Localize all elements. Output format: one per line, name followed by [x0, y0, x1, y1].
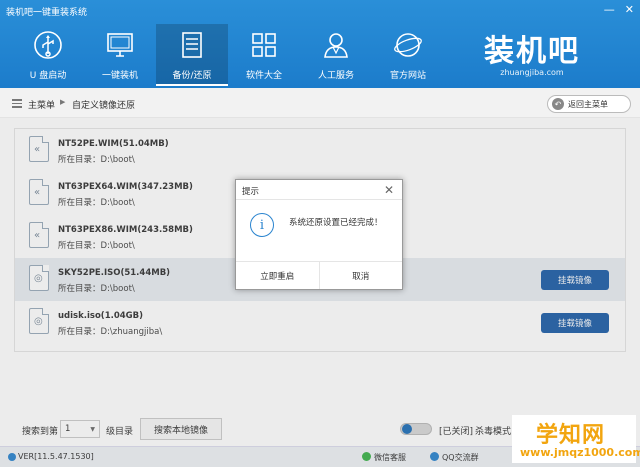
brand-name: 装机吧 — [484, 34, 580, 69]
close-icon[interactable]: ✕ — [384, 183, 394, 197]
dialog-header: 提示 ✕ — [236, 180, 402, 200]
chevron-right-icon: ▶ — [60, 98, 66, 106]
breadcrumb-root[interactable]: 主菜单 — [28, 98, 55, 111]
back-arrow-icon: ↶ — [552, 98, 564, 110]
nav-label: 官方网站 — [389, 71, 426, 81]
backup-icon — [182, 32, 202, 58]
monitor-icon — [107, 33, 133, 57]
menu-icon — [12, 99, 22, 110]
dialog-message: 系统还原设置已经完成！ — [289, 218, 383, 228]
watermark-url: www.jmqz1000.com — [520, 446, 640, 459]
window-controls: — ✕ — [604, 3, 634, 16]
nav-label: 一键装机 — [101, 71, 138, 81]
dialog-title: 提示 — [242, 187, 260, 197]
nav-label: U 盘启动 — [29, 71, 67, 81]
app-header: 装机吧一键重装系统 — ✕ U 盘启动 一键装机 备份/还原 软件大全 人工服务… — [0, 0, 640, 88]
watermark-title: 学知网 — [536, 423, 606, 448]
info-icon: i — [250, 213, 274, 237]
brand-logo: 装机吧 zhuangjiba.com — [484, 26, 580, 77]
nav-one-click-install[interactable]: 一键装机 — [84, 24, 156, 86]
breadcrumb-current: 自定义镜像还原 — [72, 101, 136, 111]
nav-label: 软件大全 — [245, 71, 282, 81]
watermark: 学知网 www.jmqz1000.com — [512, 415, 640, 463]
restart-now-button[interactable]: 立即重启 — [236, 262, 319, 289]
nav-official-site[interactable]: 官方网站 — [372, 24, 444, 86]
nav-label: 人工服务 — [317, 71, 354, 81]
dialog-buttons: 立即重启 取消 — [236, 261, 402, 289]
cancel-button[interactable]: 取消 — [318, 262, 403, 289]
support-person-icon — [324, 33, 348, 58]
nav-label: 备份/还原 — [172, 71, 212, 81]
window-title: 装机吧一键重装系统 — [6, 8, 88, 18]
close-button[interactable]: ✕ — [625, 3, 634, 16]
back-to-main-button[interactable]: ↶ 返回主菜单 — [547, 95, 631, 113]
notice-dialog: 提示 ✕ i 系统还原设置已经完成！ 立即重启 取消 — [235, 179, 403, 290]
minimize-button[interactable]: — — [604, 3, 615, 16]
breadcrumb: 主菜单 ▶ 自定义镜像还原 — [0, 88, 640, 118]
apps-grid-icon — [252, 33, 276, 57]
main-nav: U 盘启动 一键装机 备份/还原 软件大全 人工服务 官方网站 — [12, 24, 444, 86]
usb-icon — [34, 31, 62, 59]
nav-software[interactable]: 软件大全 — [228, 24, 300, 86]
brand-url: zhuangjiba.com — [500, 68, 564, 77]
nav-usb-boot[interactable]: U 盘启动 — [12, 24, 84, 86]
nav-support[interactable]: 人工服务 — [300, 24, 372, 86]
nav-backup-restore[interactable]: 备份/还原 — [156, 24, 228, 86]
globe-icon — [394, 33, 422, 57]
back-button-label: 返回主菜单 — [568, 99, 608, 109]
